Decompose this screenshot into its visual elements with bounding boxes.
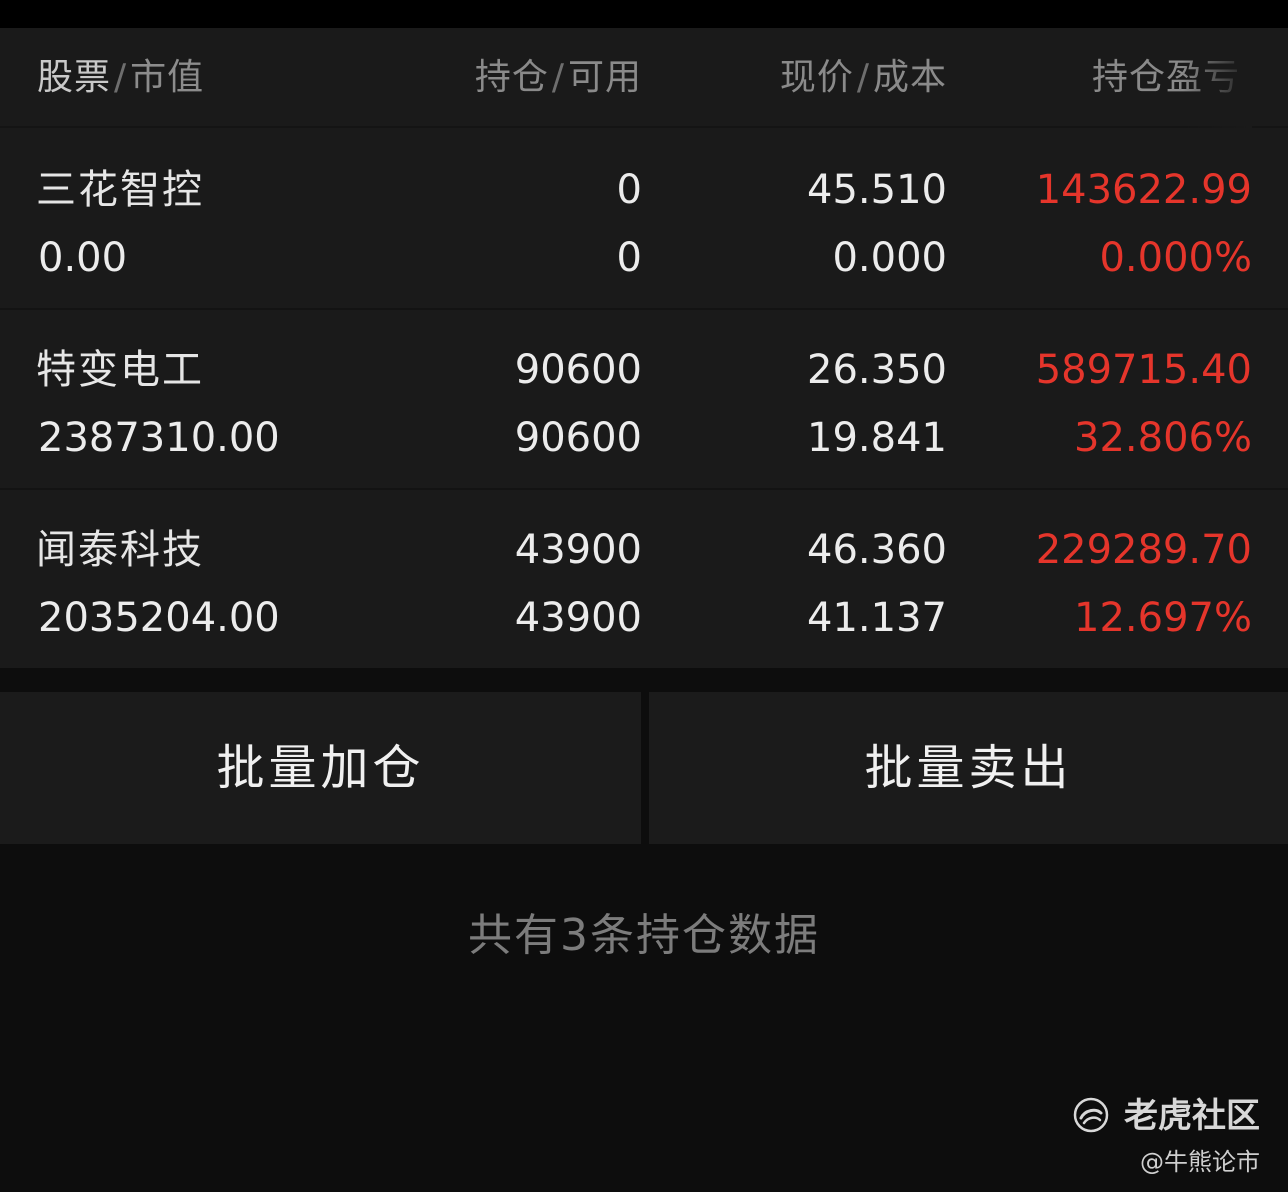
tiger-community-logo-icon [1073, 1097, 1109, 1132]
pnl-amount: 589715.40 [1035, 347, 1252, 393]
header-position-available[interactable]: 持仓/可用 [475, 28, 642, 128]
available-qty: 90600 [514, 415, 642, 461]
position-qty: 0 [616, 167, 642, 213]
pnl-amount: 143622.99 [1035, 167, 1252, 213]
current-price: 26.350 [807, 347, 947, 393]
holding-row[interactable]: 特变电工 2387310.00 90600 90600 26.350 19.84… [0, 310, 1288, 490]
watermark-brand: 老虎社区 [1072, 1090, 1260, 1142]
cost-price: 19.841 [807, 415, 947, 461]
batch-sell-button[interactable]: 批量卖出 [649, 692, 1288, 844]
stock-name: 闻泰科技 [36, 527, 204, 573]
pnl-amount: 229289.70 [1035, 527, 1252, 573]
header-market-value-label: 市值 [130, 57, 205, 98]
pnl-percent: 0.000% [1099, 235, 1252, 281]
stock-name: 特变电工 [36, 347, 204, 393]
header-pnl-fade [1182, 28, 1252, 128]
header-price-label: 现价 [779, 57, 854, 98]
header-pnl[interactable]: 持仓盈亏 [1092, 28, 1252, 128]
market-value: 2387310.00 [38, 415, 280, 461]
header-price-cost[interactable]: 现价/成本 [780, 28, 947, 128]
stock-name: 三花智控 [36, 167, 204, 213]
batch-action-bar: 批量加仓 批量卖出 [0, 692, 1288, 844]
batch-add-button[interactable]: 批量加仓 [0, 692, 641, 844]
current-price: 46.360 [807, 527, 947, 573]
current-price: 45.510 [807, 167, 947, 213]
pnl-percent: 32.806% [1074, 415, 1252, 461]
header-cost-label: 成本 [872, 57, 947, 98]
header-stock-label: 股票 [37, 57, 112, 98]
holding-row[interactable]: 闻泰科技 2035204.00 43900 43900 46.360 41.13… [0, 490, 1288, 670]
available-qty: 0 [616, 235, 642, 281]
cost-price: 41.137 [807, 595, 947, 641]
position-qty: 90600 [514, 347, 642, 393]
pnl-percent: 12.697% [1074, 595, 1252, 641]
status-bar-strip [0, 0, 1288, 28]
header-position-label: 持仓 [474, 57, 549, 98]
header-separator: / [114, 57, 128, 98]
watermark-brand-text: 老虎社区 [1124, 1096, 1260, 1136]
available-qty: 43900 [514, 595, 642, 641]
position-qty: 43900 [514, 527, 642, 573]
header-available-label: 可用 [567, 57, 642, 98]
header-separator: / [551, 57, 565, 98]
holdings-table-header: 股票/市值 持仓/可用 现价/成本 持仓盈亏 [0, 28, 1288, 128]
cost-price: 0.000 [832, 235, 947, 281]
header-stock-market-value[interactable]: 股票/市值 [37, 28, 204, 128]
market-value: 2035204.00 [38, 595, 280, 641]
market-value: 0.00 [38, 235, 128, 281]
header-separator: / [856, 57, 870, 98]
holding-row[interactable]: 三花智控 0.00 0 0 45.510 0.000 143622.99 0.0… [0, 130, 1288, 310]
holdings-count-summary: 共有3条持仓数据 [468, 910, 820, 961]
watermark-handle: @牛熊论市 [1140, 1148, 1260, 1176]
